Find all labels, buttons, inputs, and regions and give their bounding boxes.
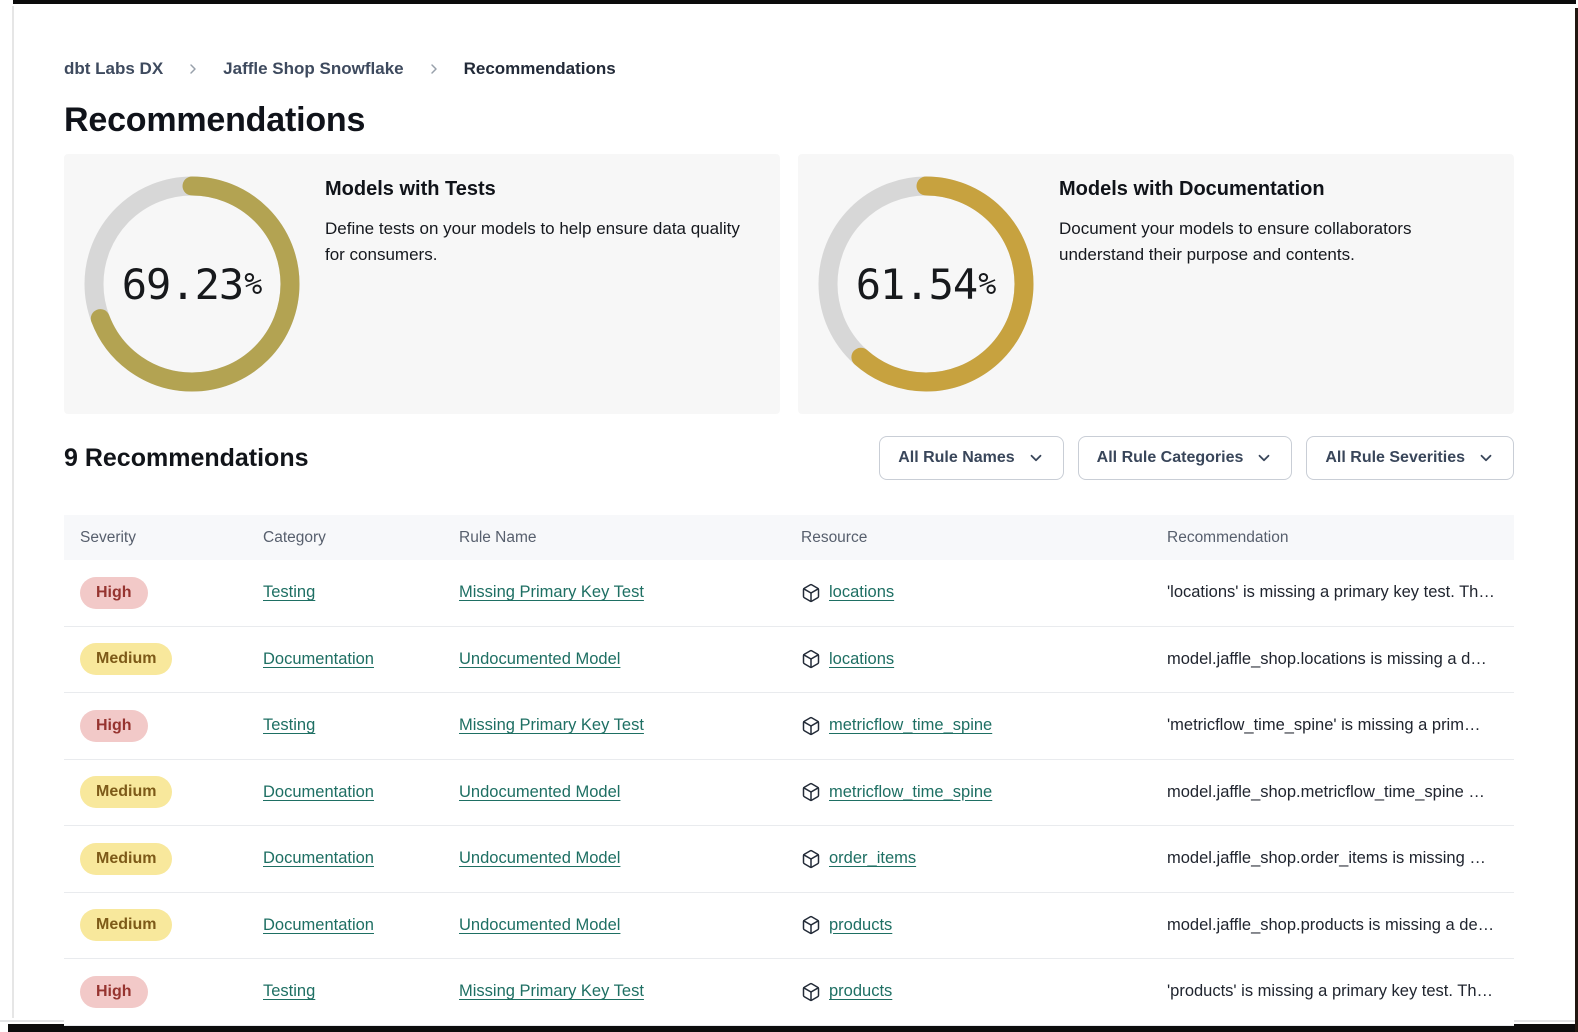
recommendation-text: 'products' is missing a primary key test…: [1151, 982, 1514, 1001]
recommendation-text: model.jaffle_shop.order_items is missing…: [1151, 849, 1514, 868]
card-title: Models with Documentation: [1059, 178, 1488, 201]
recommendations-page: dbt Labs DX Jaffle Shop Snowflake Recomm…: [0, 0, 1578, 1026]
recommendations-count-heading: 9 Recommendations: [64, 444, 309, 473]
rule-name-link[interactable]: Undocumented Model: [459, 650, 620, 668]
chevron-down-icon: [1027, 449, 1045, 467]
filter-label: All Rule Severities: [1325, 449, 1465, 467]
app-window: dbt Labs DX Jaffle Shop Snowflake Recomm…: [0, 0, 1578, 1032]
column-header-rule-name: Rule Name: [443, 529, 785, 547]
table-row: High Testing Missing Primary Key Test lo…: [64, 560, 1514, 627]
table-row: High Testing Missing Primary Key Test me…: [64, 693, 1514, 760]
rule-name-link[interactable]: Undocumented Model: [459, 849, 620, 867]
filter-label: All Rule Names: [898, 449, 1014, 467]
filter-label: All Rule Categories: [1097, 449, 1244, 467]
models-with-tests-donut-chart: 69.23%: [84, 176, 300, 392]
severity-badge: Medium: [80, 643, 172, 675]
resource-link[interactable]: products: [829, 982, 892, 1001]
rule-name-link[interactable]: Undocumented Model: [459, 916, 620, 934]
table-row: Medium Documentation Undocumented Model …: [64, 826, 1514, 893]
resource-link[interactable]: metricflow_time_spine: [829, 716, 992, 735]
column-header-severity: Severity: [64, 529, 247, 547]
category-link[interactable]: Testing: [263, 716, 315, 734]
card-description: Define tests on your models to help ensu…: [325, 216, 754, 268]
score-cards: 69.23% Models with Tests Define tests on…: [64, 154, 1514, 414]
table-row: Medium Documentation Undocumented Model …: [64, 893, 1514, 960]
page-title: Recommendations: [64, 99, 1514, 141]
rule-name-link[interactable]: Missing Primary Key Test: [459, 583, 644, 601]
severity-badge: Medium: [80, 776, 172, 808]
breadcrumb: dbt Labs DX Jaffle Shop Snowflake Recomm…: [64, 59, 1514, 79]
category-link[interactable]: Documentation: [263, 849, 374, 867]
recommendations-list-header: 9 Recommendations All Rule Names All Rul…: [64, 436, 1514, 480]
category-link[interactable]: Testing: [263, 982, 315, 1000]
column-header-recommendation: Recommendation: [1151, 529, 1514, 547]
severity-badge: Medium: [80, 909, 172, 941]
tests-percentage-value: 69.23%: [84, 176, 300, 392]
rule-names-filter-dropdown[interactable]: All Rule Names: [879, 436, 1063, 480]
models-with-tests-card: 69.23% Models with Tests Define tests on…: [64, 154, 780, 414]
table-header-row: Severity Category Rule Name Resource Rec…: [64, 515, 1514, 560]
card-title: Models with Tests: [325, 178, 754, 201]
model-cube-icon: [801, 583, 821, 603]
recommendations-table: Severity Category Rule Name Resource Rec…: [64, 515, 1514, 1026]
card-description: Document your models to ensure collabora…: [1059, 216, 1488, 268]
severity-badge: Medium: [80, 843, 172, 875]
category-link[interactable]: Testing: [263, 583, 315, 601]
breadcrumb-item-account[interactable]: dbt Labs DX: [64, 59, 163, 79]
documentation-percentage-value: 61.54%: [818, 176, 1034, 392]
model-cube-icon: [801, 649, 821, 669]
rule-categories-filter-dropdown[interactable]: All Rule Categories: [1078, 436, 1293, 480]
model-cube-icon: [801, 849, 821, 869]
recommendation-text: 'metricflow_time_spine' is missing a pri…: [1151, 716, 1514, 735]
chevron-right-icon: [426, 61, 442, 77]
rule-severities-filter-dropdown[interactable]: All Rule Severities: [1306, 436, 1514, 480]
severity-badge: High: [80, 577, 148, 609]
category-link[interactable]: Documentation: [263, 650, 374, 668]
column-header-resource: Resource: [785, 529, 1151, 547]
column-header-category: Category: [247, 529, 443, 547]
category-link[interactable]: Documentation: [263, 916, 374, 934]
resource-link[interactable]: locations: [829, 583, 894, 602]
category-link[interactable]: Documentation: [263, 783, 374, 801]
chevron-down-icon: [1255, 449, 1273, 467]
rule-name-link[interactable]: Undocumented Model: [459, 783, 620, 801]
recommendation-text: 'locations' is missing a primary key tes…: [1151, 583, 1514, 602]
model-cube-icon: [801, 716, 821, 736]
resource-link[interactable]: products: [829, 916, 892, 935]
model-cube-icon: [801, 915, 821, 935]
severity-badge: High: [80, 710, 148, 742]
filter-bar: All Rule Names All Rule Categories All R…: [879, 436, 1514, 480]
recommendation-text: model.jaffle_shop.products is missing a …: [1151, 916, 1514, 935]
rule-name-link[interactable]: Missing Primary Key Test: [459, 982, 644, 1000]
models-with-documentation-card: 61.54% Models with Documentation Documen…: [798, 154, 1514, 414]
recommendation-text: model.jaffle_shop.metricflow_time_spine …: [1151, 783, 1514, 802]
severity-badge: High: [80, 976, 148, 1008]
recommendation-text: model.jaffle_shop.locations is missing a…: [1151, 650, 1514, 669]
models-with-documentation-donut-chart: 61.54%: [818, 176, 1034, 392]
resource-link[interactable]: order_items: [829, 849, 916, 868]
chevron-right-icon: [185, 61, 201, 77]
resource-link[interactable]: metricflow_time_spine: [829, 783, 992, 802]
model-cube-icon: [801, 782, 821, 802]
model-cube-icon: [801, 982, 821, 1002]
chevron-down-icon: [1477, 449, 1495, 467]
table-row: High Testing Missing Primary Key Test pr…: [64, 959, 1514, 1026]
table-row: Medium Documentation Undocumented Model …: [64, 760, 1514, 827]
resource-link[interactable]: locations: [829, 650, 894, 669]
rule-name-link[interactable]: Missing Primary Key Test: [459, 716, 644, 734]
breadcrumb-item-project[interactable]: Jaffle Shop Snowflake: [223, 59, 403, 79]
table-row: Medium Documentation Undocumented Model …: [64, 627, 1514, 694]
breadcrumb-item-current: Recommendations: [464, 59, 616, 79]
